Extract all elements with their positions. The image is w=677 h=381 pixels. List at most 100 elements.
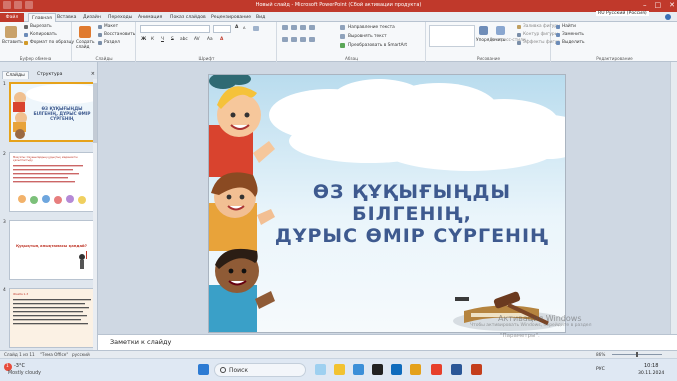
weather-temp[interactable]: -3°C [14, 363, 25, 369]
word-icon[interactable] [451, 364, 462, 375]
underline-button[interactable]: Ч [161, 37, 164, 42]
cut-button[interactable]: Вырезать [30, 24, 52, 29]
indent-increase-icon[interactable] [309, 25, 315, 30]
yandex-icon[interactable] [431, 364, 442, 375]
maximize-button[interactable]: □ [655, 1, 662, 10]
slide-canvas[interactable]: ӨЗ ҚҰҚЫҒЫҢДЫ БІЛГЕНІҢ, ДҰРЫС ӨМІР СҮРГЕН… [208, 74, 566, 333]
shapes-gallery[interactable] [429, 25, 475, 47]
clear-format-icon[interactable] [253, 26, 259, 31]
slide-thumbnail-art [13, 299, 91, 325]
close-button[interactable]: ✕ [669, 1, 675, 10]
indent-decrease-icon[interactable] [300, 25, 306, 30]
paragraph-group-label: Абзац [344, 56, 359, 61]
weather-desc[interactable]: Mostly cloudy [8, 371, 41, 376]
file-explorer-icon[interactable] [334, 364, 345, 375]
tab-design[interactable]: Дизайн [83, 13, 101, 22]
zoom-level[interactable]: 86% [596, 352, 605, 357]
outlook-icon[interactable] [391, 364, 402, 375]
tab-file[interactable]: Файл [0, 13, 24, 22]
slide-thumbnail[interactable]: Жазба 1-3 [9, 288, 95, 348]
new-slide-icon[interactable] [79, 26, 91, 38]
powerpoint-icon[interactable] [471, 364, 482, 375]
slides-panel: Слайды Структура × 1 ӨЗ ҚҰҚЫҒЫҢДЫ БІЛГЕН… [0, 62, 98, 350]
scrollbar-thumb[interactable] [93, 83, 97, 143]
tab-slideshow[interactable]: Показ слайдов [170, 13, 206, 22]
paste-icon[interactable] [5, 26, 17, 38]
close-panel-icon[interactable]: × [91, 71, 95, 77]
search-input[interactable]: Поиск [214, 363, 306, 377]
editing-group: Найти Заменить Выделить RU Русский (Росс… [552, 11, 677, 62]
spacing-button[interactable]: AV [194, 37, 200, 42]
smartart-button[interactable]: Преобразовать в SmartArt [348, 43, 407, 48]
font-size-box[interactable] [213, 25, 231, 33]
keyboard-language[interactable]: РУС [596, 367, 605, 372]
shrink-font-button[interactable]: A [243, 26, 245, 30]
paste-button[interactable]: Вставить [2, 40, 23, 45]
tab-insert[interactable]: Вставка [57, 13, 76, 22]
tab-outline[interactable]: Структура [34, 71, 65, 79]
replace-button[interactable]: Заменить [562, 32, 584, 37]
bullets-icon[interactable] [282, 25, 288, 30]
editor-scrollbar[interactable] [670, 62, 677, 334]
text-direction-button[interactable]: Направление текста [348, 25, 395, 30]
align-left-icon[interactable] [282, 37, 288, 42]
tab-home[interactable]: Главная [28, 13, 56, 22]
tab-slides[interactable]: Слайды [2, 71, 29, 79]
tab-review[interactable]: Рецензирование [211, 13, 251, 22]
select-button[interactable]: Выделить [562, 40, 585, 45]
strike-button[interactable]: S [171, 37, 174, 42]
shadow-button[interactable]: abc [180, 37, 188, 42]
find-button[interactable]: Найти [562, 24, 576, 29]
arrange-icon[interactable] [479, 26, 488, 35]
widgets-icon[interactable] [315, 364, 326, 375]
language-indicator[interactable]: RU Русский (Россия) [596, 11, 649, 16]
reset-button[interactable]: Восстановить [104, 32, 135, 37]
italic-button[interactable]: К [151, 37, 154, 42]
title-bar: Новый слайд - Microsoft PowerPoint (Сбой… [0, 0, 677, 12]
bold-button[interactable]: Ж [141, 37, 146, 42]
align-center-icon[interactable] [291, 37, 297, 42]
font-name-box[interactable] [140, 25, 210, 33]
tab-view[interactable]: Вид [256, 13, 265, 22]
slide-title[interactable]: ӨЗ ҚҰҚЫҒЫҢДЫ БІЛГЕНІҢ, ДҰРЫС ӨМІР СҮРГЕН… [267, 181, 557, 247]
chrome-icon[interactable] [410, 364, 421, 375]
slide-thumbnail[interactable]: Мақсаты: Оқушылардың құқықтық мәдениетін… [9, 152, 95, 212]
change-case-button[interactable]: Aa [207, 37, 213, 42]
slide-thumbnail[interactable]: Құқықтың анықтамасы қандай? [9, 220, 95, 280]
store-icon[interactable] [372, 364, 383, 375]
align-right-icon[interactable] [300, 37, 306, 42]
section-icon [98, 41, 102, 45]
slide-thumbnail-art [79, 251, 87, 269]
help-icon[interactable] [665, 14, 671, 20]
slide-number: 3 [3, 220, 6, 225]
align-text-button[interactable]: Выровнять текст [348, 34, 387, 39]
slides-panel-scrollbar[interactable] [93, 79, 97, 350]
font-color-button[interactable]: A [220, 37, 223, 42]
zoom-slider-thumb[interactable] [636, 352, 638, 357]
clock-date[interactable]: 30.11.2024 [638, 371, 664, 376]
section-button[interactable]: Раздел [104, 40, 120, 45]
tab-animation[interactable]: Анимация [138, 13, 162, 22]
grow-font-button[interactable]: A [235, 25, 238, 30]
notes-pane[interactable]: Заметки к слайду [98, 334, 677, 350]
copy-button[interactable]: Копировать [30, 32, 57, 37]
activation-watermark-title: Активация Windows [498, 314, 582, 323]
minimize-button[interactable]: – [643, 1, 647, 10]
clock-time[interactable]: 10:18 [644, 363, 658, 369]
format-painter-icon [24, 41, 28, 45]
language-status[interactable]: русский [72, 352, 90, 357]
tab-transitions[interactable]: Переходы [108, 13, 132, 22]
justify-icon[interactable] [309, 37, 315, 42]
numbering-icon[interactable] [291, 25, 297, 30]
start-icon[interactable] [198, 364, 209, 375]
quick-styles-icon[interactable] [496, 26, 505, 35]
smartart-icon [340, 43, 345, 48]
format-painter-button[interactable]: Формат по образцу [30, 40, 74, 45]
new-slide-button[interactable]: Создать слайд [76, 40, 98, 50]
notification-count: 1 [6, 364, 9, 369]
search-placeholder: Поиск [229, 367, 249, 374]
cut-icon [24, 25, 28, 29]
layout-button[interactable]: Макет [104, 24, 118, 29]
slide-thumbnail[interactable]: ӨЗ ҚҰҚЫҒЫҢДЫ БІЛГЕНІҢ, ДҰРЫС ӨМІР СҮРГЕН… [9, 82, 95, 142]
edge-icon[interactable] [353, 364, 364, 375]
